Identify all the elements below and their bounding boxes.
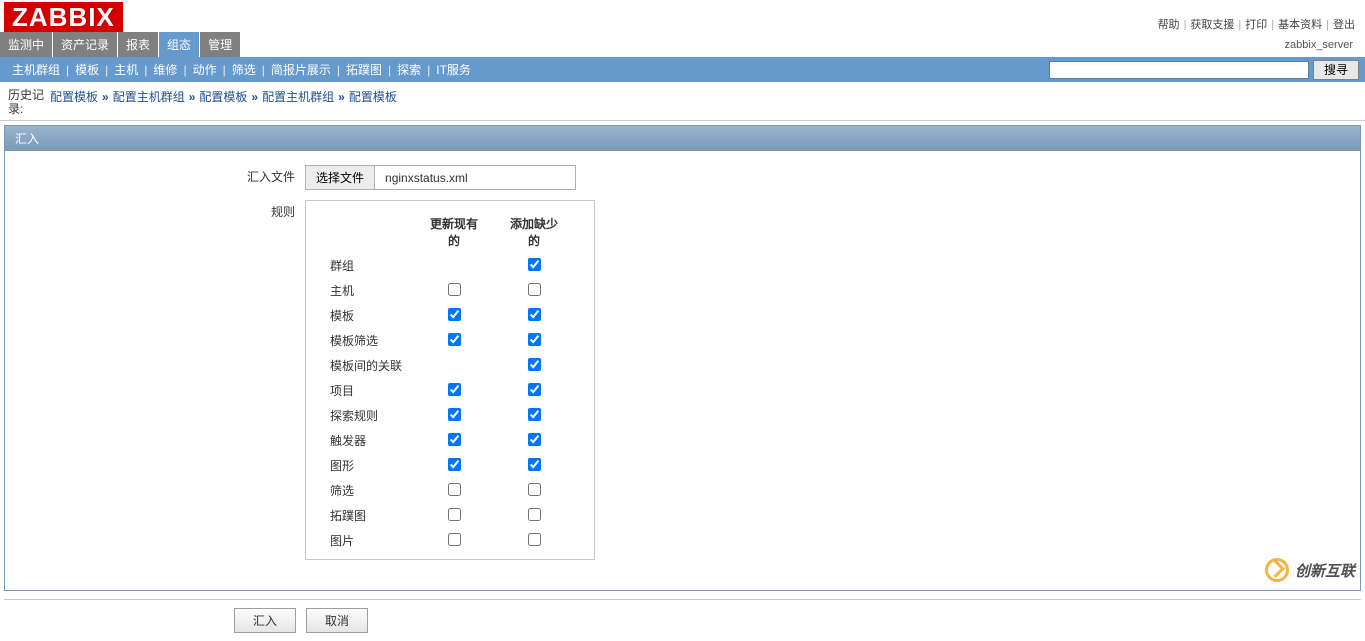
breadcrumb-item[interactable]: 配置模板: [50, 90, 98, 104]
add-missing-checkbox[interactable]: [528, 383, 541, 396]
update-existing-checkbox[interactable]: [448, 508, 461, 521]
rule-name: 模板筛选: [318, 328, 414, 353]
rule-name: 项目: [318, 378, 414, 403]
primary-nav: 监测中资产记录报表组态管理: [0, 32, 241, 57]
file-selector[interactable]: 选择文件 nginxstatus.xml: [305, 165, 576, 190]
rules-box: 更新现有的添加缺少的 群组主机模板模板筛选模板间的关联项目探索规则触发器图形筛选…: [305, 200, 595, 560]
top-link[interactable]: 帮助: [1158, 19, 1180, 31]
update-existing-checkbox[interactable]: [448, 533, 461, 546]
add-missing-checkbox[interactable]: [528, 308, 541, 321]
update-existing-checkbox[interactable]: [448, 333, 461, 346]
update-existing-checkbox[interactable]: [448, 408, 461, 421]
table-row: 拓蹼图: [318, 503, 574, 528]
panel-title: 汇入: [5, 126, 1360, 151]
nav1-tab[interactable]: 资产记录: [53, 32, 117, 57]
top-link[interactable]: 打印: [1245, 19, 1267, 31]
rule-name: 模板间的关联: [318, 353, 414, 378]
add-missing-checkbox[interactable]: [528, 433, 541, 446]
top-link[interactable]: 登出: [1333, 19, 1355, 31]
update-existing-checkbox[interactable]: [448, 383, 461, 396]
rules-label: 规则: [235, 200, 295, 220]
add-missing-checkbox[interactable]: [528, 458, 541, 471]
nav2-item[interactable]: 动作: [187, 59, 223, 80]
table-row: 探索规则: [318, 403, 574, 428]
rule-name: 筛选: [318, 478, 414, 503]
rules-table: 更新现有的添加缺少的 群组主机模板模板筛选模板间的关联项目探索规则触发器图形筛选…: [318, 211, 574, 553]
table-row: 项目: [318, 378, 574, 403]
add-missing-checkbox[interactable]: [528, 483, 541, 496]
nav2-item[interactable]: 拓蹼图: [340, 59, 388, 80]
nav2-item[interactable]: IT服务: [430, 59, 477, 80]
secondary-nav: 主机群组|模板|主机|维修|动作|筛选|简报片展示|拓蹼图|探索|IT服务: [6, 59, 477, 80]
rule-name: 主机: [318, 278, 414, 303]
nav2-item[interactable]: 简报片展示: [265, 59, 337, 80]
table-row: 图形: [318, 453, 574, 478]
table-row: 主机: [318, 278, 574, 303]
table-row: 模板筛选: [318, 328, 574, 353]
table-row: 群组: [318, 253, 574, 278]
app-logo: ZABBIX: [4, 2, 123, 32]
nav2-item[interactable]: 探索: [391, 59, 427, 80]
rule-name: 图片: [318, 528, 414, 553]
breadcrumb-item[interactable]: 配置模板: [199, 90, 247, 104]
add-missing-checkbox[interactable]: [528, 408, 541, 421]
add-missing-checkbox[interactable]: [528, 508, 541, 521]
import-button[interactable]: 汇入: [234, 608, 296, 633]
update-existing-checkbox[interactable]: [448, 483, 461, 496]
cancel-button[interactable]: 取消: [306, 608, 368, 633]
nav1-tab[interactable]: 管理: [200, 32, 240, 57]
file-label: 汇入文件: [235, 165, 295, 185]
server-label: zabbix_server: [1285, 39, 1365, 51]
add-missing-checkbox[interactable]: [528, 333, 541, 346]
search-button[interactable]: 搜寻: [1313, 60, 1359, 80]
nav1-tab[interactable]: 监测中: [0, 32, 52, 57]
top-links: 帮助|获取支援|打印|基本资料|登出: [1158, 16, 1355, 32]
update-existing-checkbox[interactable]: [448, 458, 461, 471]
add-missing-checkbox[interactable]: [528, 258, 541, 271]
breadcrumb-item[interactable]: 配置模板: [349, 90, 397, 104]
breadcrumb: 配置模板»配置主机群组»配置模板»配置主机群组»配置模板: [50, 88, 397, 105]
import-panel: 汇入 汇入文件 选择文件 nginxstatus.xml 规则 更新现有的添加缺…: [4, 125, 1361, 591]
selected-file-name: nginxstatus.xml: [375, 168, 575, 188]
rules-col-header: [318, 211, 414, 253]
table-row: 触发器: [318, 428, 574, 453]
table-row: 模板: [318, 303, 574, 328]
rule-name: 探索规则: [318, 403, 414, 428]
search-input[interactable]: [1049, 61, 1309, 79]
watermark-icon: [1265, 558, 1289, 582]
choose-file-button[interactable]: 选择文件: [306, 166, 375, 189]
watermark-text: 创新互联: [1295, 560, 1355, 581]
update-existing-checkbox[interactable]: [448, 433, 461, 446]
top-link[interactable]: 获取支援: [1190, 19, 1234, 31]
breadcrumb-item[interactable]: 配置主机群组: [113, 90, 185, 104]
table-row: 模板间的关联: [318, 353, 574, 378]
breadcrumb-item[interactable]: 配置主机群组: [262, 90, 334, 104]
rule-name: 模板: [318, 303, 414, 328]
rule-name: 图形: [318, 453, 414, 478]
update-existing-checkbox[interactable]: [448, 308, 461, 321]
watermark: 创新互联: [1265, 558, 1355, 582]
add-missing-checkbox[interactable]: [528, 358, 541, 371]
table-row: 筛选: [318, 478, 574, 503]
nav2-item[interactable]: 维修: [147, 59, 183, 80]
rule-name: 触发器: [318, 428, 414, 453]
rule-name: 群组: [318, 253, 414, 278]
nav2-item[interactable]: 主机: [108, 59, 144, 80]
nav2-item[interactable]: 筛选: [226, 59, 262, 80]
add-missing-checkbox[interactable]: [528, 533, 541, 546]
nav2-item[interactable]: 主机群组: [6, 59, 66, 80]
nav1-tab[interactable]: 报表: [118, 32, 158, 57]
top-link[interactable]: 基本资料: [1278, 19, 1322, 31]
rules-col-header: 更新现有的: [414, 211, 494, 253]
history-label: 历史记录:: [8, 88, 50, 116]
nav2-item[interactable]: 模板: [69, 59, 105, 80]
update-existing-checkbox[interactable]: [448, 283, 461, 296]
table-row: 图片: [318, 528, 574, 553]
rules-col-header: 添加缺少的: [494, 211, 574, 253]
nav1-tab[interactable]: 组态: [159, 32, 199, 57]
add-missing-checkbox[interactable]: [528, 283, 541, 296]
rule-name: 拓蹼图: [318, 503, 414, 528]
